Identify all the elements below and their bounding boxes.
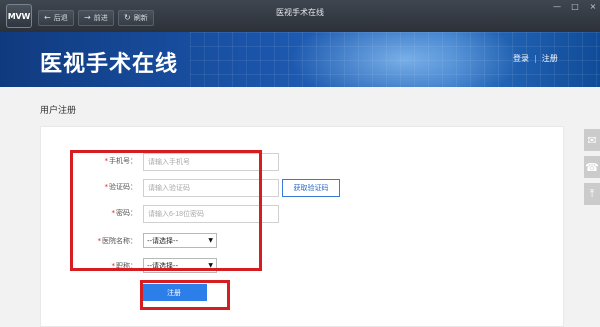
link-separator: | [534, 54, 537, 63]
phone-icon[interactable]: ☎ [584, 156, 600, 178]
form-highlight-box [70, 150, 262, 271]
site-banner: 医视手术在线 登录 | 注册 [0, 32, 600, 87]
forward-label: 前进 [93, 14, 108, 22]
forward-button[interactable]: → 前进 [78, 10, 114, 26]
submit-highlight-box [140, 280, 230, 310]
minimize-icon[interactable]: — [548, 0, 566, 12]
site-title: 医视手术在线 [40, 51, 179, 76]
page-title: 用户注册 [40, 106, 77, 116]
refresh-button[interactable]: ↻ 刷新 [118, 10, 154, 26]
refresh-label: 刷新 [133, 14, 148, 22]
get-code-button[interactable]: 获取验证码 [282, 179, 340, 197]
maximize-icon[interactable]: □ [566, 0, 584, 12]
login-link[interactable]: 登录 [513, 53, 529, 64]
back-to-top-icon[interactable]: ⤒ [584, 183, 600, 205]
window-title: 医视手术在线 [276, 8, 324, 17]
back-button[interactable]: ← 后退 [38, 10, 74, 26]
back-label: 后退 [53, 14, 68, 22]
browser-logo: MVW [6, 4, 32, 28]
arrow-left-icon: ← [44, 13, 51, 22]
auth-links: 登录 | 注册 [513, 53, 558, 64]
banner-glow [290, 32, 520, 87]
refresh-icon: ↻ [124, 13, 131, 22]
close-icon[interactable]: × [584, 0, 600, 12]
arrow-right-icon: → [84, 13, 91, 22]
chat-icon[interactable]: ✉ [584, 129, 600, 151]
register-link[interactable]: 注册 [542, 53, 558, 64]
browser-toolbar: MVW ← 后退 → 前进 ↻ 刷新 医视手术在线 — □ × [0, 0, 600, 32]
